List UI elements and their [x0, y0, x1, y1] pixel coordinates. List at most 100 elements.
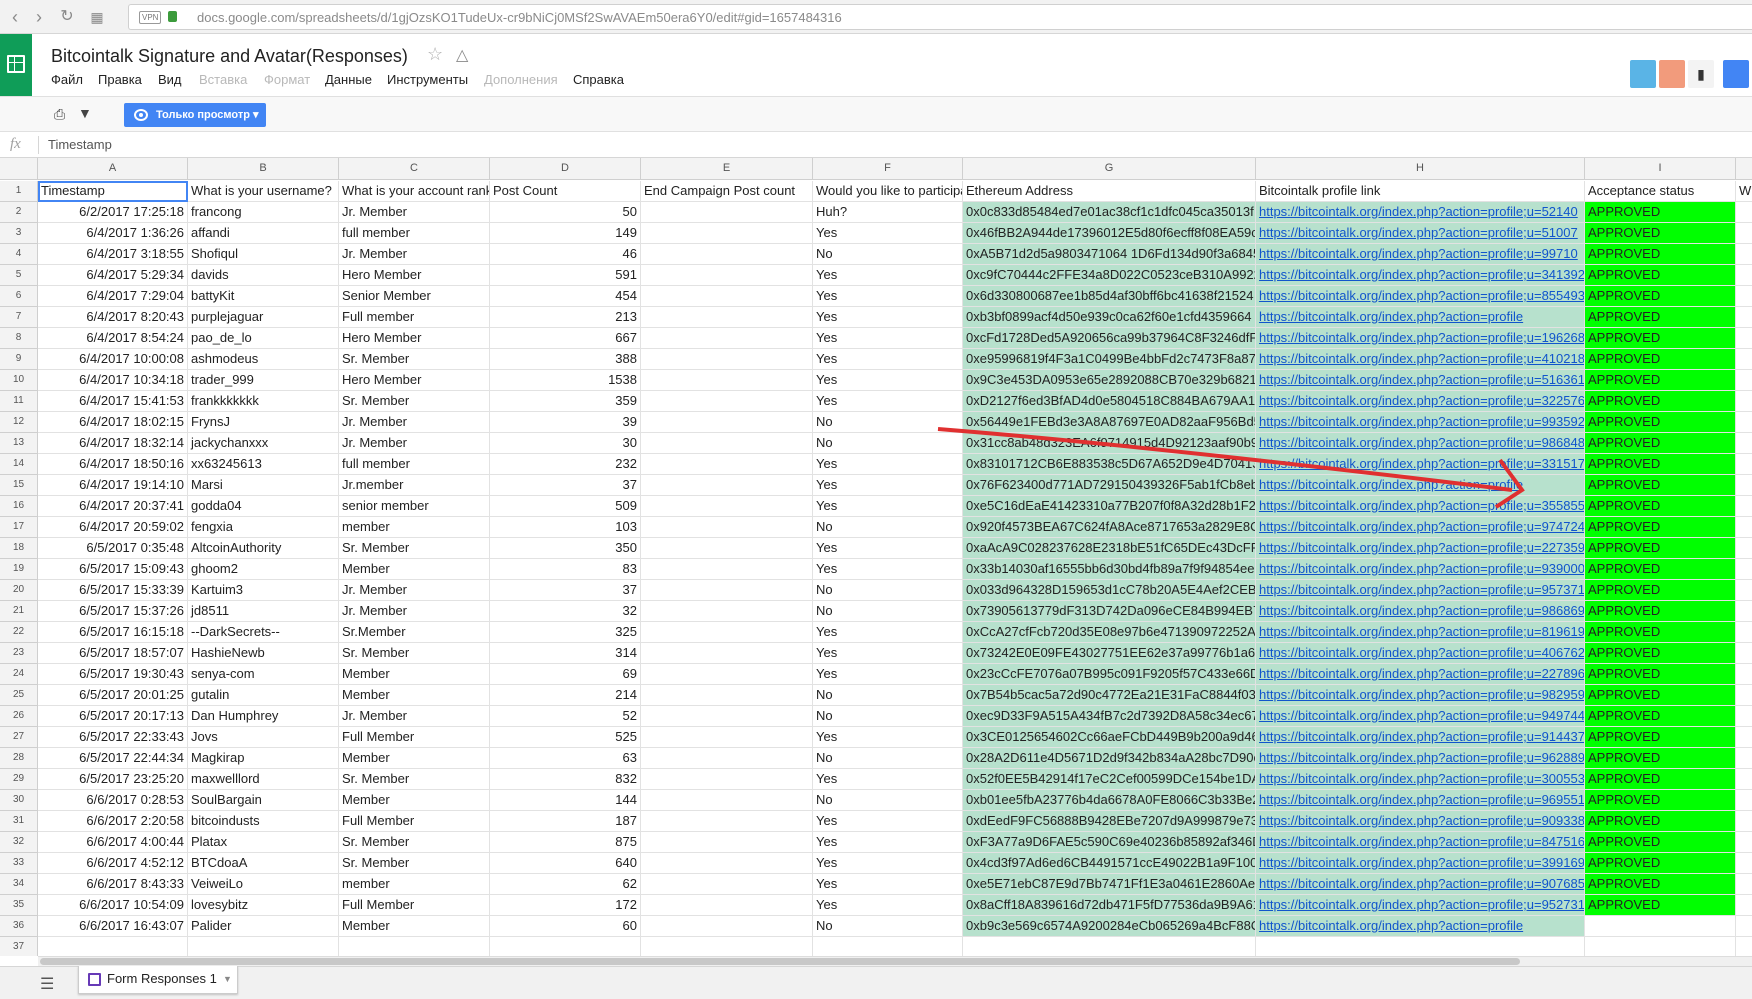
rank-cell[interactable]: Jr. Member	[339, 412, 490, 433]
post-count-cell[interactable]: 214	[490, 685, 641, 706]
acceptance-status-cell[interactable]: APPROVED	[1585, 643, 1736, 664]
end-post-count-cell[interactable]	[641, 433, 813, 454]
rank-cell[interactable]: Sr. Member	[339, 349, 490, 370]
menu-file[interactable]: Файл	[51, 72, 83, 87]
acceptance-status-cell[interactable]: APPROVED	[1585, 580, 1736, 601]
participate-cell[interactable]: Yes	[813, 223, 963, 244]
rank-cell[interactable]: Full Member	[339, 895, 490, 916]
ethereum-address-cell[interactable]: 0xcFd1728Ded5A920656ca99b37964C8F3246dfF…	[963, 328, 1256, 349]
acceptance-status-cell[interactable]: APPROVED	[1585, 475, 1736, 496]
timestamp-cell[interactable]: 6/4/2017 8:54:24	[38, 328, 188, 349]
row-header[interactable]: 14	[0, 454, 38, 475]
filter-icon[interactable]: ▼	[78, 105, 92, 121]
column-header-b[interactable]: B	[188, 158, 339, 180]
timestamp-cell[interactable]: 6/5/2017 0:35:48	[38, 538, 188, 559]
username-cell[interactable]: godda04	[188, 496, 339, 517]
menu-format[interactable]: Формат	[264, 72, 310, 87]
acceptance-status-cell[interactable]	[1585, 916, 1736, 937]
timestamp-cell[interactable]: 6/4/2017 15:41:53	[38, 391, 188, 412]
username-cell[interactable]: Palider	[188, 916, 339, 937]
rank-cell[interactable]: Member	[339, 685, 490, 706]
rank-cell[interactable]: Member	[339, 748, 490, 769]
empty-cell[interactable]	[1736, 370, 1752, 391]
profile-link[interactable]: https://bitcointalk.org/index.php?action…	[1256, 622, 1585, 643]
ethereum-address-cell[interactable]: 0x73905613779dF313D742Da096eCE84B994EB7	[963, 601, 1256, 622]
username-cell[interactable]: frankkkkkkk	[188, 391, 339, 412]
end-post-count-cell[interactable]	[641, 580, 813, 601]
ethereum-address-cell[interactable]: 0xD2127f6ed3BfAD4d0e5804518C884BA679AA11	[963, 391, 1256, 412]
post-count-cell[interactable]: 103	[490, 517, 641, 538]
rank-cell[interactable]: Full Member	[339, 811, 490, 832]
ethereum-address-cell[interactable]: 0xe5E71ebC87E9d7Bb7471Ff1E3a0461E2860Ae0	[963, 874, 1256, 895]
participate-cell[interactable]: Yes	[813, 349, 963, 370]
post-count-cell[interactable]: 591	[490, 265, 641, 286]
acceptance-status-cell[interactable]: APPROVED	[1585, 517, 1736, 538]
username-cell[interactable]: Marsi	[188, 475, 339, 496]
header-cell[interactable]: What is your username?	[188, 181, 339, 202]
timestamp-cell[interactable]: 6/5/2017 15:09:43	[38, 559, 188, 580]
acceptance-status-cell[interactable]: APPROVED	[1585, 202, 1736, 223]
post-count-cell[interactable]: 667	[490, 328, 641, 349]
header-cell[interactable]: What is your account rank	[339, 181, 490, 202]
post-count-cell[interactable]: 52	[490, 706, 641, 727]
participate-cell[interactable]: No	[813, 517, 963, 538]
rank-cell[interactable]: Jr. Member	[339, 244, 490, 265]
select-all-corner[interactable]	[0, 158, 38, 180]
rank-cell[interactable]: Jr. Member	[339, 433, 490, 454]
participate-cell[interactable]: No	[813, 916, 963, 937]
post-count-cell[interactable]: 509	[490, 496, 641, 517]
empty-cell[interactable]	[38, 937, 188, 956]
post-count-cell[interactable]: 39	[490, 412, 641, 433]
ethereum-address-cell[interactable]: 0xdEedF9FC56888B9428EBe7207d9A999879e73f	[963, 811, 1256, 832]
timestamp-cell[interactable]: 6/6/2017 0:28:53	[38, 790, 188, 811]
timestamp-cell[interactable]: 6/5/2017 15:37:26	[38, 601, 188, 622]
timestamp-cell[interactable]: 6/4/2017 7:29:04	[38, 286, 188, 307]
empty-cell[interactable]	[1736, 874, 1752, 895]
username-cell[interactable]: purplejaguar	[188, 307, 339, 328]
rank-cell[interactable]: Member	[339, 790, 490, 811]
end-post-count-cell[interactable]	[641, 307, 813, 328]
menu-help[interactable]: Справка	[573, 72, 624, 87]
view-only-button[interactable]: Только просмотр ▾	[124, 103, 266, 127]
ethereum-address-cell[interactable]: 0xb9c3e569c6574A9200284eCb065269a4BcF88C	[963, 916, 1256, 937]
row-header[interactable]: 7	[0, 307, 38, 328]
empty-cell[interactable]	[1736, 475, 1752, 496]
end-post-count-cell[interactable]	[641, 370, 813, 391]
profile-link[interactable]: https://bitcointalk.org/index.php?action…	[1256, 706, 1585, 727]
end-post-count-cell[interactable]	[641, 790, 813, 811]
empty-cell[interactable]	[1736, 223, 1752, 244]
timestamp-cell[interactable]: 6/6/2017 2:20:58	[38, 811, 188, 832]
participate-cell[interactable]: No	[813, 580, 963, 601]
header-cell[interactable]: W	[1736, 181, 1752, 202]
row-header[interactable]: 9	[0, 349, 38, 370]
ethereum-address-cell[interactable]: 0x46fBB2A944de17396012E5d80f6ecff8f08EA5…	[963, 223, 1256, 244]
sheets-logo-icon[interactable]	[0, 34, 32, 96]
menu-tools[interactable]: Инструменты	[387, 72, 468, 87]
end-post-count-cell[interactable]	[641, 223, 813, 244]
rank-cell[interactable]: Jr. Member	[339, 706, 490, 727]
empty-cell[interactable]	[339, 937, 490, 956]
row-header[interactable]: 26	[0, 706, 38, 727]
profile-link[interactable]: https://bitcointalk.org/index.php?action…	[1256, 517, 1585, 538]
empty-cell[interactable]	[1736, 769, 1752, 790]
post-count-cell[interactable]: 875	[490, 832, 641, 853]
acceptance-status-cell[interactable]: APPROVED	[1585, 748, 1736, 769]
profile-link[interactable]: https://bitcointalk.org/index.php?action…	[1256, 475, 1585, 496]
timestamp-cell[interactable]: 6/4/2017 8:20:43	[38, 307, 188, 328]
rank-cell[interactable]: Hero Member	[339, 328, 490, 349]
username-cell[interactable]: Shofiqul	[188, 244, 339, 265]
post-count-cell[interactable]: 62	[490, 874, 641, 895]
post-count-cell[interactable]: 388	[490, 349, 641, 370]
username-cell[interactable]: senya-com	[188, 664, 339, 685]
end-post-count-cell[interactable]	[641, 517, 813, 538]
username-cell[interactable]: --DarkSecrets--	[188, 622, 339, 643]
post-count-cell[interactable]: 83	[490, 559, 641, 580]
profile-link[interactable]: https://bitcointalk.org/index.php?action…	[1256, 349, 1585, 370]
participate-cell[interactable]: Yes	[813, 874, 963, 895]
ethereum-address-cell[interactable]: 0x4cd3f97Ad6ed6CB4491571ccE49022B1a9F100	[963, 853, 1256, 874]
timestamp-cell[interactable]: 6/5/2017 15:33:39	[38, 580, 188, 601]
end-post-count-cell[interactable]	[641, 622, 813, 643]
username-cell[interactable]: Kartuim3	[188, 580, 339, 601]
formula-input[interactable]: Timestamp	[48, 137, 112, 152]
profile-link[interactable]: https://bitcointalk.org/index.php?action…	[1256, 538, 1585, 559]
